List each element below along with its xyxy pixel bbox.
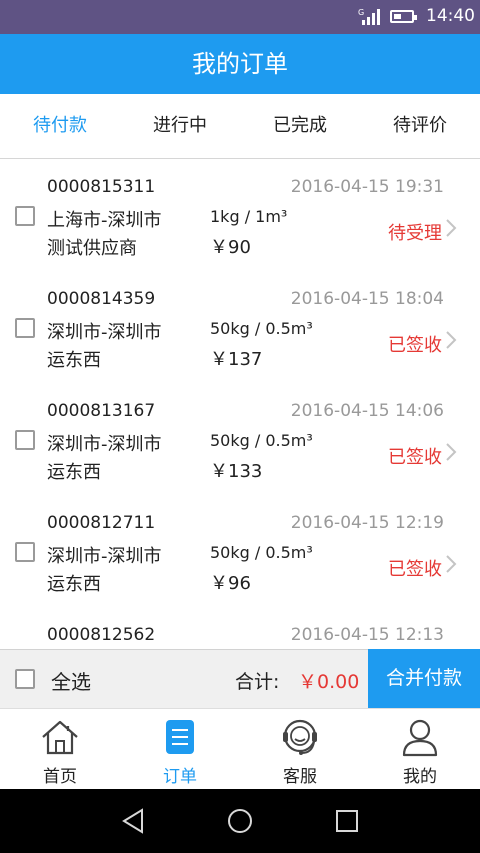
network-type-label: G	[358, 8, 364, 17]
order-price: ￥133	[210, 461, 263, 482]
chevron-right-icon[interactable]	[440, 329, 462, 351]
total-value: ￥0.00	[298, 671, 360, 693]
order-route: 上海市-深圳市	[47, 210, 162, 231]
order-status: 已签收	[388, 335, 442, 356]
order-checkbox[interactable]	[15, 430, 35, 450]
profile-icon	[402, 719, 438, 757]
chevron-right-icon[interactable]	[440, 553, 462, 575]
order-weight-volume: 50kg / 0.5m³	[210, 319, 313, 338]
order-price: ￥137	[210, 349, 263, 370]
title-bar: 我的订单	[0, 34, 480, 94]
order-row[interactable]: 0000813167 2016-04-15 14:06 深圳市-深圳市 运东西 …	[0, 383, 480, 496]
order-row[interactable]: 0000815311 2016-04-15 19:31 上海市-深圳市 测试供应…	[0, 159, 480, 272]
order-datetime: 2016-04-15 14:06	[290, 401, 444, 421]
chevron-right-icon[interactable]	[440, 441, 462, 463]
order-company: 运东西	[47, 574, 101, 595]
order-company: 运东西	[47, 462, 101, 483]
order-price: ￥96	[210, 573, 251, 594]
order-checkbox[interactable]	[15, 318, 35, 338]
status-time: 14:40	[426, 6, 475, 26]
nav-label: 我的	[403, 767, 437, 787]
nav-item-profile[interactable]: 我的	[360, 709, 480, 790]
order-checkbox[interactable]	[15, 206, 35, 226]
order-weight-volume: 1kg / 1m³	[210, 207, 288, 226]
chevron-right-icon[interactable]	[440, 217, 462, 239]
order-status: 待受理	[388, 223, 442, 244]
battery-icon	[390, 10, 417, 23]
tab-to-review[interactable]: 待评价	[360, 94, 480, 158]
total-label: 合计:	[235, 671, 280, 693]
back-icon[interactable]	[120, 807, 148, 835]
payment-bar: 全选 合计: ￥0.00 合并付款	[0, 649, 480, 708]
signal-icon: G	[358, 8, 380, 25]
order-number: 0000815311	[47, 177, 156, 197]
order-price: ￥90	[210, 237, 251, 258]
nav-item-home[interactable]: 首页	[0, 709, 120, 790]
order-company: 运东西	[47, 350, 101, 371]
order-status: 已签收	[388, 447, 442, 468]
combined-pay-button[interactable]: 合并付款	[368, 649, 480, 708]
order-company: 测试供应商	[47, 238, 137, 259]
nav-label: 客服	[283, 767, 317, 787]
order-datetime: 2016-04-15 12:19	[290, 513, 444, 533]
order-number: 0000813167	[47, 401, 156, 421]
nav-label: 首页	[43, 767, 77, 787]
tab-pending-payment[interactable]: 待付款	[0, 94, 120, 158]
page-title: 我的订单	[192, 50, 288, 78]
order-row[interactable]: 0000812562 2016-04-15 12:13	[0, 607, 480, 649]
order-datetime: 2016-04-15 18:04	[290, 289, 444, 309]
select-all-checkbox[interactable]	[15, 669, 35, 689]
order-number: 0000814359	[47, 289, 156, 309]
home-circle-icon[interactable]	[226, 807, 254, 835]
order-row[interactable]: 0000814359 2016-04-15 18:04 深圳市-深圳市 运东西 …	[0, 271, 480, 384]
recent-apps-icon[interactable]	[333, 807, 361, 835]
customer-service-icon	[283, 719, 317, 755]
nav-item-orders[interactable]: 订单	[120, 709, 240, 790]
order-number: 0000812562	[47, 625, 156, 645]
order-number: 0000812711	[47, 513, 156, 533]
order-route: 深圳市-深圳市	[47, 434, 162, 455]
order-route: 深圳市-深圳市	[47, 546, 162, 567]
order-list[interactable]: 0000815311 2016-04-15 19:31 上海市-深圳市 测试供应…	[0, 159, 480, 649]
system-nav-bar	[0, 789, 480, 853]
order-tabs: 待付款 进行中 已完成 待评价	[0, 94, 480, 159]
order-weight-volume: 50kg / 0.5m³	[210, 431, 313, 450]
order-status: 已签收	[388, 559, 442, 580]
order-datetime: 2016-04-15 19:31	[290, 177, 444, 197]
order-checkbox[interactable]	[15, 542, 35, 562]
order-route: 深圳市-深圳市	[47, 322, 162, 343]
tab-in-progress[interactable]: 进行中	[120, 94, 240, 158]
status-bar: G 14:40	[0, 0, 480, 34]
order-row[interactable]: 0000812711 2016-04-15 12:19 深圳市-深圳市 运东西 …	[0, 495, 480, 608]
tab-completed[interactable]: 已完成	[240, 94, 360, 158]
orders-icon	[166, 720, 194, 754]
bottom-nav: 首页 订单 客服 我的	[0, 708, 480, 789]
select-all-label[interactable]: 全选	[51, 666, 91, 695]
nav-item-customer-service[interactable]: 客服	[240, 709, 360, 790]
order-datetime: 2016-04-15 12:13	[290, 625, 444, 645]
home-icon	[42, 720, 78, 755]
order-weight-volume: 50kg / 0.5m³	[210, 543, 313, 562]
nav-label: 订单	[163, 767, 197, 787]
